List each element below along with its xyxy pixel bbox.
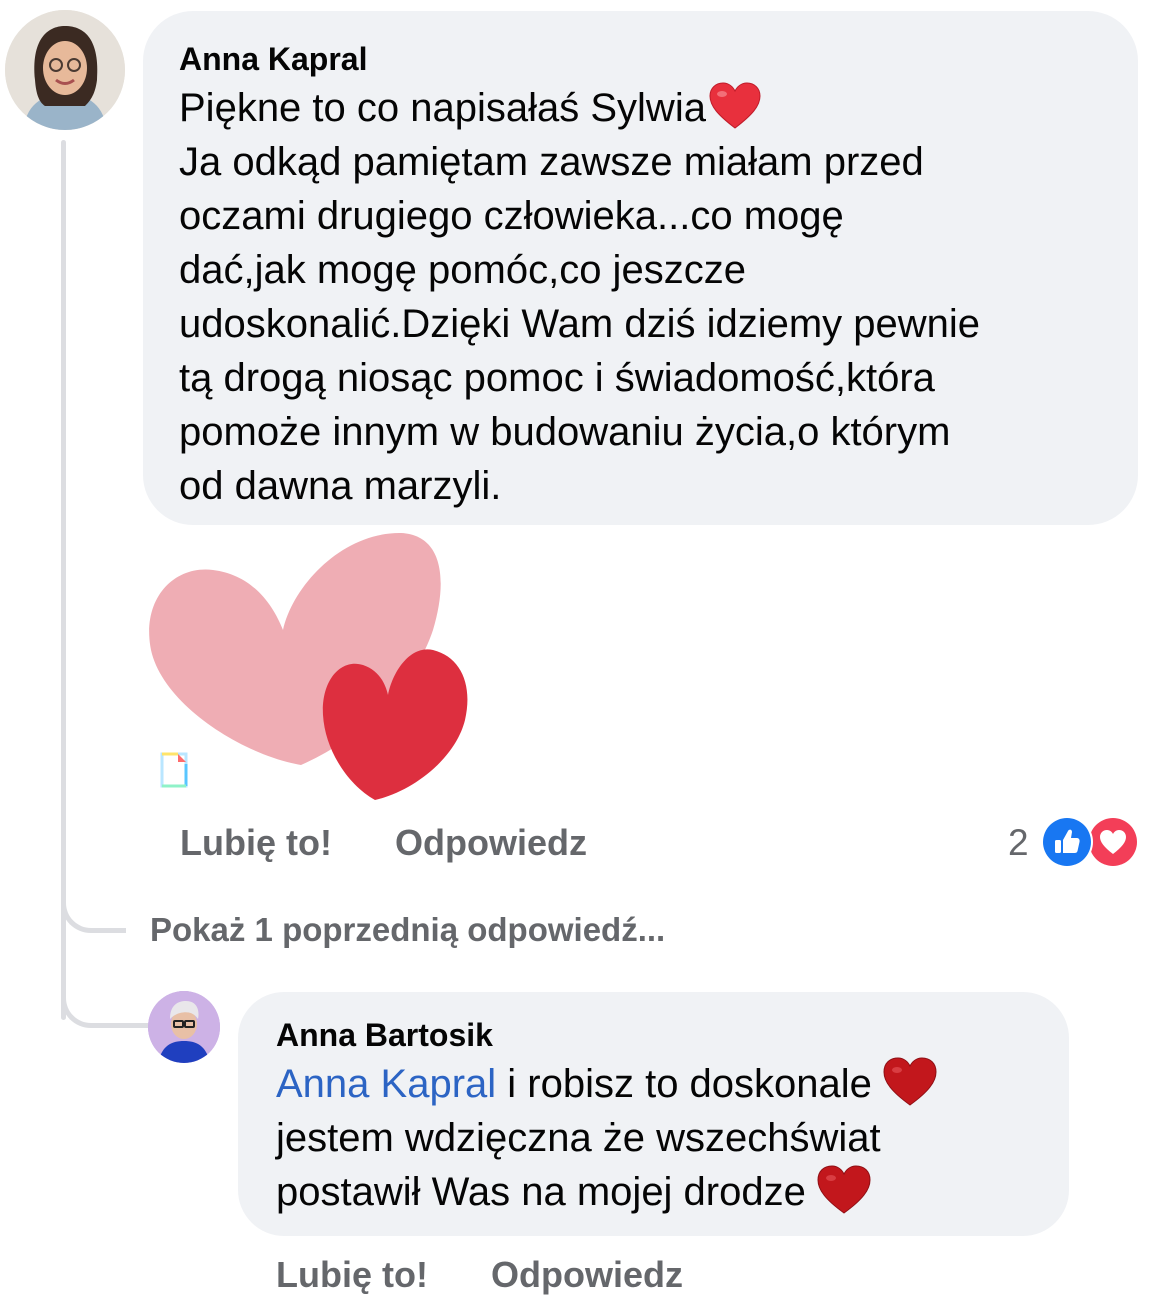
reply-bubble: Anna Bartosik Anna Kapral i robisz to do… xyxy=(238,992,1069,1236)
comment-line: udoskonalić.Dzięki Wam dziś idziemy pewn… xyxy=(179,302,981,346)
reply-text: Anna Kapral i robisz to doskonale jestem… xyxy=(276,1057,1031,1219)
reaction-count[interactable]: 2 xyxy=(1008,823,1029,863)
like-reaction-icon[interactable] xyxy=(1041,816,1093,868)
thread-branch-previous xyxy=(61,868,126,933)
like-button[interactable]: Lubię to! xyxy=(276,1255,428,1295)
show-previous-replies-link[interactable]: Pokaż 1 poprzednią odpowiedź... xyxy=(150,911,665,949)
two-hearts-sticker[interactable] xyxy=(143,530,473,805)
avatar[interactable] xyxy=(5,10,125,130)
comment-text: Piękne to co napisałaś Sylwia Ja odkąd p… xyxy=(179,81,1102,513)
comment-bubble: Anna Kapral Piękne to co napisałaś Sylwi… xyxy=(143,11,1138,525)
like-button[interactable]: Lubię to! xyxy=(180,823,332,863)
comment-line: od dawna marzyli. xyxy=(179,464,502,508)
reply-button[interactable]: Odpowiedz xyxy=(395,823,587,863)
comment-line: oczami drugiego człowieka...co mogę xyxy=(179,194,844,238)
reply-line: jestem wdzięczna że wszechświat xyxy=(276,1116,881,1160)
red-heart-icon xyxy=(709,82,761,130)
comment-line: Ja odkąd pamiętam zawsze miałam przed xyxy=(179,140,924,184)
gif-badge-icon xyxy=(160,752,188,788)
reply-author[interactable]: Anna Bartosik xyxy=(276,1017,1031,1053)
comment-line: pomoże innym w budowaniu życia,o którym xyxy=(179,410,951,454)
reply-line: postawił Was na mojej drodze xyxy=(276,1165,1031,1219)
mention-link[interactable]: Anna Kapral xyxy=(276,1062,496,1106)
comment-author[interactable]: Anna Kapral xyxy=(179,41,1102,77)
thread-branch-reply xyxy=(61,965,148,1028)
comment-line: tą drogą niosąc pomoc i świadomość,która xyxy=(179,356,935,400)
red-heart-icon xyxy=(817,1165,871,1215)
love-reaction-icon[interactable] xyxy=(1087,816,1139,868)
red-heart-icon xyxy=(883,1057,937,1107)
comment-line: dać,jak mogę pomóc,co jeszcze xyxy=(179,248,746,292)
reply-line: Anna Kapral i robisz to doskonale xyxy=(276,1057,1031,1111)
comment-line: Piękne to co napisałaś Sylwia xyxy=(179,81,1102,135)
reply-button[interactable]: Odpowiedz xyxy=(491,1255,683,1295)
avatar[interactable] xyxy=(148,991,220,1063)
